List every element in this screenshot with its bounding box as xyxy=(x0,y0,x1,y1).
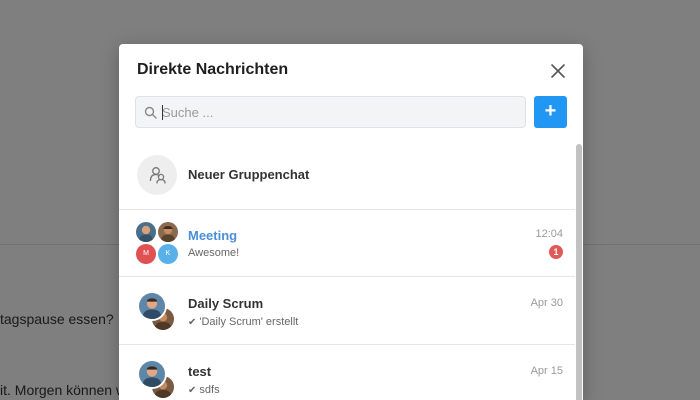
check-icon: ✔ xyxy=(188,385,197,396)
dialog-title: Direkte Nachrichten xyxy=(137,61,289,78)
direct-messages-dialog: Direkte Nachrichten + Neuer Gruppen xyxy=(119,44,583,400)
conversation-preview-text: 'Daily Scrum' erstellt xyxy=(199,316,299,328)
check-icon: ✔ xyxy=(188,317,197,328)
conversation-item-daily-scrum[interactable]: Daily Scrum ✔ 'Daily Scrum' erstellt Apr … xyxy=(119,277,575,345)
add-conversation-button[interactable]: + xyxy=(534,96,567,128)
conversation-name: Daily Scrum xyxy=(188,296,264,311)
new-group-chat-label: Neuer Gruppenchat xyxy=(188,167,310,182)
search-input[interactable] xyxy=(162,97,522,127)
search-field[interactable] xyxy=(135,96,526,128)
conversation-preview: Awesome! xyxy=(188,247,240,259)
avatar-initial: M xyxy=(136,244,156,264)
conversation-time: 12:04 xyxy=(535,228,563,240)
avatar xyxy=(137,291,167,321)
conversation-name: test xyxy=(188,364,212,379)
conversation-item-test[interactable]: test ✔ sdfs Apr 15 xyxy=(119,345,575,400)
search-icon xyxy=(144,106,157,119)
conversation-preview: ✔ 'Daily Scrum' erstellt xyxy=(188,316,298,328)
group-chat-avatar xyxy=(137,155,177,195)
avatar xyxy=(137,359,167,389)
conversation-preview-text: sdfs xyxy=(199,384,220,396)
scrollbar-thumb[interactable] xyxy=(576,144,582,400)
unread-badge: 1 xyxy=(549,245,563,259)
conversation-preview: ✔ sdfs xyxy=(188,384,220,396)
close-icon xyxy=(551,64,565,78)
close-button[interactable] xyxy=(549,62,567,80)
conversation-name: Meeting xyxy=(188,228,238,243)
avatar xyxy=(158,222,178,242)
conversation-time: Apr 30 xyxy=(530,297,563,309)
avatar xyxy=(136,222,156,242)
new-group-chat-item[interactable]: Neuer Gruppenchat xyxy=(119,140,575,210)
conversation-item-meeting[interactable]: M K Meeting Awesome! 12:04 1 xyxy=(119,210,575,277)
avatar-initial: K xyxy=(158,244,178,264)
group-chat-icon xyxy=(149,167,166,184)
text-caret xyxy=(162,105,163,120)
conversation-time: Apr 15 xyxy=(530,365,563,377)
